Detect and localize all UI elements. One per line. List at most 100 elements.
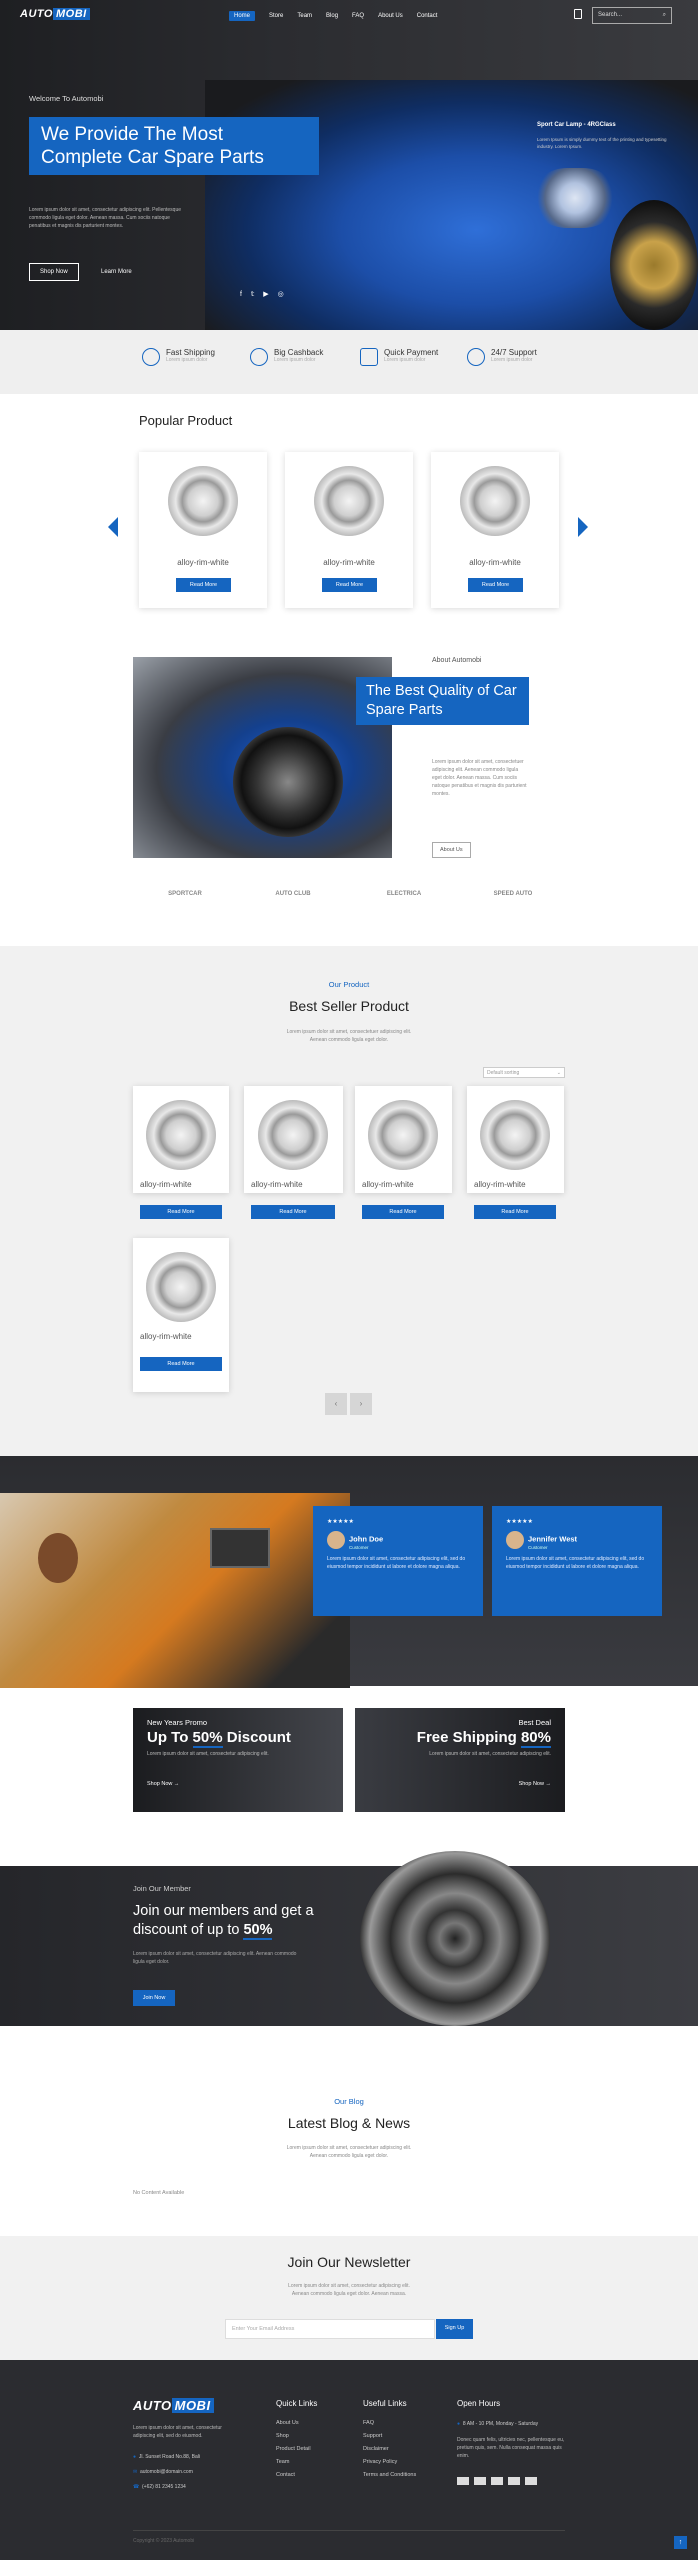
promo-desc: Lorem ipsum dolor sit amet, consectetur …	[147, 1751, 269, 1757]
site-logo[interactable]: AUTO MOBI	[20, 8, 90, 20]
facebook-icon[interactable]: f	[240, 291, 251, 298]
product-name: alloy-rim-white	[474, 1180, 526, 1189]
nav-blog[interactable]: Blog	[326, 13, 338, 19]
hero-product-title: Sport Car Lamp - 4RGClass	[537, 122, 616, 128]
features-bar: Fast Shipping Lorem ipsum dolor Big Cashb…	[0, 330, 698, 394]
feature-sub: Lorem ipsum dolor	[491, 357, 533, 363]
feature-title: Fast Shipping	[166, 348, 215, 357]
hero-wheel-graphic	[610, 200, 698, 330]
newsletter-email-input[interactable]: Enter Your Email Address	[225, 2319, 435, 2339]
newsletter-desc: Lorem ipsum dolor sit amet, consectetur …	[288, 2283, 410, 2297]
best-card[interactable]: alloy-rim-white	[244, 1086, 343, 1193]
read-more-button[interactable]: Read More	[140, 1357, 222, 1371]
footer-link[interactable]: FAQ	[363, 2420, 416, 2426]
about-body: Lorem ipsum dolor sit amet, consectetuer…	[432, 759, 527, 797]
reviewer-role: Customer	[349, 1545, 369, 1550]
arrow-right-icon: →	[545, 1781, 552, 1787]
join-now-button[interactable]: Join Now	[133, 1990, 175, 2006]
popular-card[interactable]: alloy-rim-white Read More	[139, 452, 267, 608]
promo-desc: Lorem ipsum dolor sit amet, consectetur …	[429, 1751, 551, 1757]
product-name: alloy-rim-white	[323, 558, 375, 567]
footer-phone[interactable]: ☎ (+62) 81 2345 1234	[133, 2484, 186, 2490]
nav-faq[interactable]: FAQ	[352, 13, 364, 19]
promo-banner-discount: New Years Promo Up To 50% Discount Lorem…	[133, 1708, 343, 1812]
carousel-next-icon[interactable]	[578, 517, 588, 537]
testimonial-card: ★★★★★ Jennifer West Customer Lorem ipsum…	[492, 1506, 662, 1616]
feature-support: 24/7 Support Lorem ipsum dolor	[467, 348, 537, 366]
main-menu: Home Store Team Blog FAQ About Us Contact	[229, 11, 451, 21]
read-more-button[interactable]: Read More	[468, 578, 523, 592]
footer-link[interactable]: Team	[276, 2459, 311, 2465]
best-card[interactable]: alloy-rim-white Read More	[133, 1238, 229, 1392]
footer-link[interactable]: Shop	[276, 2433, 311, 2439]
sign-up-button[interactable]: Sign Up	[436, 2319, 473, 2339]
read-more-button[interactable]: Read More	[322, 578, 377, 592]
join-title-text: Join our members and get a discount of u…	[133, 1903, 314, 1938]
nav-about[interactable]: About Us	[378, 13, 403, 19]
instagram-icon[interactable]: ◎	[278, 291, 293, 298]
footer-link[interactable]: Terms and Conditions	[363, 2472, 416, 2478]
read-more-button[interactable]: Read More	[474, 1205, 556, 1219]
wheel-image	[460, 466, 530, 536]
wheel-image	[146, 1252, 216, 1322]
feature-shipping: Fast Shipping Lorem ipsum dolor	[142, 348, 215, 366]
footer-email[interactable]: ✉ automobi@domain.com	[133, 2469, 193, 2475]
best-card[interactable]: alloy-rim-white	[467, 1086, 564, 1193]
open-hours: ● 8 AM - 10 PM, Monday - Saturday	[457, 2421, 538, 2427]
youtube-icon[interactable]: ▶	[263, 291, 277, 298]
clock-icon: ●	[457, 2421, 461, 2427]
best-card[interactable]: alloy-rim-white	[133, 1086, 229, 1193]
footer-logo[interactable]: AUTO MOBI	[133, 2398, 214, 2413]
address-text: Jl. Sunset Road No.88, Bali	[138, 2454, 200, 2460]
product-name: alloy-rim-white	[177, 558, 229, 567]
page-prev-button[interactable]: ‹	[325, 1393, 347, 1415]
about-us-button[interactable]: About Us	[432, 842, 471, 858]
read-more-button[interactable]: Read More	[251, 1205, 335, 1219]
popular-card[interactable]: alloy-rim-white Read More	[431, 452, 559, 608]
footer-link[interactable]: Disclaimer	[363, 2446, 416, 2452]
wheel-image	[146, 1100, 216, 1170]
best-seller-section	[0, 946, 698, 1456]
footer-link[interactable]: Privacy Policy	[363, 2459, 416, 2465]
brand-logo-autoclub: AUTO CLUB	[275, 891, 311, 897]
join-section	[0, 1866, 698, 2026]
social-icons[interactable]: f𝕥▶◎	[240, 290, 293, 298]
footer-about: Lorem ipsum dolor sit amet, consectetur …	[133, 2425, 222, 2439]
feature-title: Quick Payment	[384, 348, 439, 357]
page-next-button[interactable]: ›	[350, 1393, 372, 1415]
rating-stars: ★★★★★	[327, 1519, 354, 1525]
feature-title: 24/7 Support	[491, 348, 537, 357]
twitter-icon[interactable]: 𝕥	[251, 291, 263, 298]
best-card[interactable]: alloy-rim-white	[355, 1086, 452, 1193]
promo-kicker: New Years Promo	[147, 1718, 208, 1727]
footer-link[interactable]: About Us	[276, 2420, 311, 2426]
read-more-button[interactable]: Read More	[362, 1205, 444, 1219]
carousel-prev-icon[interactable]	[108, 517, 118, 537]
nav-team[interactable]: Team	[297, 13, 312, 19]
learn-more-link[interactable]: Learn More	[101, 269, 132, 275]
location-icon: ●	[133, 2454, 137, 2460]
cart-icon[interactable]	[574, 9, 582, 19]
footer-link[interactable]: Support	[363, 2433, 416, 2439]
visa-icon	[457, 2477, 469, 2485]
blog-desc: Lorem ipsum dolor sit amet, consectetuer…	[286, 2145, 412, 2159]
back-to-top-button[interactable]: ↑	[674, 2536, 687, 2549]
footer-link[interactable]: Contact	[276, 2472, 311, 2478]
footer-link[interactable]: Product Detail	[276, 2446, 311, 2452]
product-name: alloy-rim-white	[251, 1180, 303, 1189]
search-input[interactable]: Search... ⌕	[592, 7, 672, 24]
search-icon[interactable]: ⌕	[663, 12, 666, 19]
promo-shop-now-link[interactable]: Shop Now →	[147, 1781, 329, 1787]
read-more-button[interactable]: Read More	[176, 578, 231, 592]
nav-home[interactable]: Home	[229, 11, 256, 21]
useful-links-list: FAQ Support Disclaimer Privacy Policy Terms …	[363, 2420, 416, 2485]
sort-select[interactable]: Default sorting ⌄	[483, 1067, 565, 1078]
nav-store[interactable]: Store	[269, 13, 283, 19]
copyright: Copyright © 2023 Automobi	[133, 2538, 195, 2544]
nav-contact[interactable]: Contact	[417, 13, 438, 19]
logo-text-left: AUTO	[20, 8, 53, 20]
shop-now-button[interactable]: Shop Now	[29, 263, 79, 281]
popular-card[interactable]: alloy-rim-white Read More	[285, 452, 413, 608]
read-more-button[interactable]: Read More	[140, 1205, 222, 1219]
promo-shop-now-link[interactable]: Shop Now →	[369, 1781, 551, 1787]
